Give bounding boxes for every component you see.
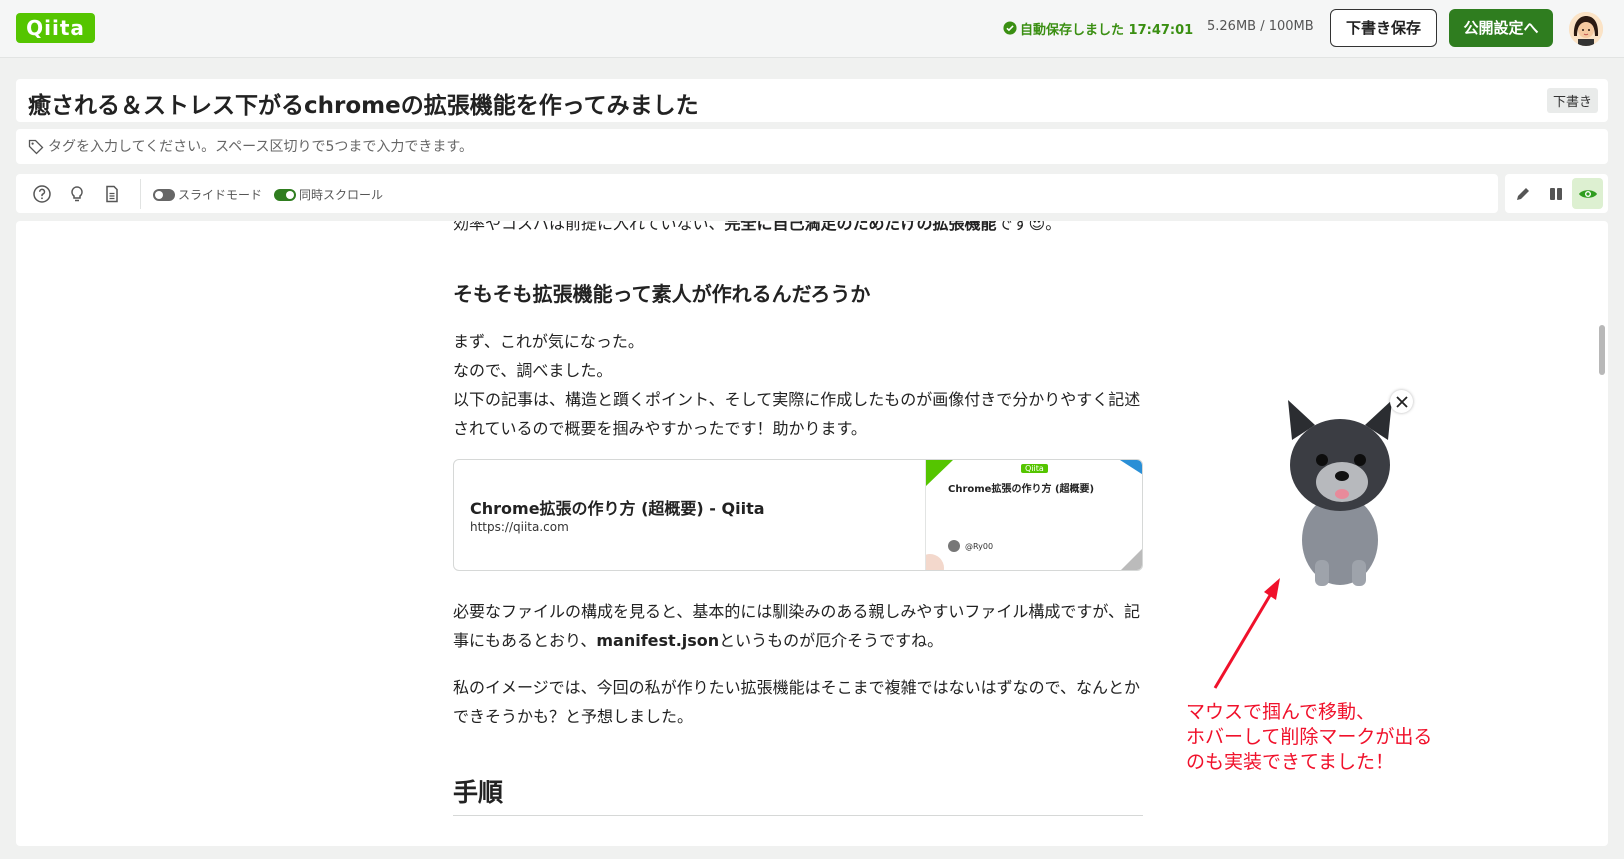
- paragraph: 私のイメージでは、今回の私が作りたい拡張機能はそこまで複雑ではないはずなので、な…: [453, 678, 1141, 726]
- article-body: 効率やコスパは前提に入れていない、完全に自己満足のためだけの拡張機能です😍。 そ…: [453, 221, 1143, 816]
- tags-field[interactable]: [16, 129, 1608, 164]
- thumbnail-decoration-icon: [926, 460, 1142, 570]
- link-card[interactable]: Chrome拡張の作り方 (超概要) - Qiita https://qiita…: [453, 459, 1143, 571]
- paragraph-line: 以下の記事は、構造と躓くポイント、そして実際に作成したものが画像付きで分かりやす…: [453, 390, 1141, 438]
- preview-mode-button[interactable]: [1572, 178, 1603, 209]
- autosave-text: 自動保存しました 17:47:01: [1020, 22, 1194, 38]
- status-badge: 下書き: [1546, 88, 1598, 113]
- section-heading: そもそも拡張機能って素人が作れるんだろうか: [453, 282, 871, 306]
- link-card-url[interactable]: https://qiita.com: [470, 520, 569, 534]
- annotation-line: ホバーして削除マークが出る: [1186, 726, 1433, 748]
- thumbnail-badge: Qiita: [1021, 464, 1048, 473]
- qiita-logo[interactable]: Qiita: [16, 13, 95, 43]
- article-title[interactable]: 癒される＆ストレス下がるchromeの拡張機能を作ってみました: [28, 86, 699, 120]
- avatar-image-icon: [1569, 12, 1603, 46]
- view-mode-bar: [1505, 174, 1608, 213]
- paragraph-line: なので、調べました。: [453, 361, 613, 380]
- paragraph-line: まず、これが気になった。: [453, 332, 644, 351]
- eye-icon: [1578, 189, 1597, 198]
- split-mode-button[interactable]: [1540, 178, 1571, 209]
- toolbar-divider: [140, 179, 141, 209]
- lightbulb-icon[interactable]: [67, 184, 87, 204]
- annotation-line: マウスで掴んで移動、: [1186, 701, 1376, 723]
- publish-settings-button[interactable]: 公開設定へ: [1449, 9, 1553, 47]
- storage-usage: 5.26MB / 100MB: [1207, 19, 1314, 34]
- slide-mode-label: スライドモード: [178, 188, 263, 202]
- dog-image-icon[interactable]: [1270, 390, 1410, 590]
- sync-scroll-label: 同時スクロール: [299, 188, 384, 202]
- sync-scroll-toggle[interactable]: 同時スクロール: [274, 186, 383, 203]
- thumbnail-author: @Ry00: [948, 540, 993, 552]
- slide-mode-switch-icon[interactable]: [153, 188, 175, 201]
- cut-end-text: です😍。: [996, 221, 1062, 233]
- paragraph: 必要なファイルの構成を見ると、基本的には馴染みのある親しみやすいファイル構成です…: [453, 597, 1143, 655]
- title-field[interactable]: 癒される＆ストレス下がるchromeの拡張機能を作ってみました 下書き: [16, 79, 1608, 122]
- cut-text: 効率やコスパは前提に入れていない、: [453, 221, 725, 233]
- link-card-thumbnail[interactable]: Qiita Chrome拡張の作り方 (超概要) @Ry00: [925, 460, 1142, 570]
- check-circle-icon: [1003, 21, 1017, 35]
- thumbnail-title: Chrome拡張の作り方 (超概要): [948, 484, 1095, 495]
- tags-input[interactable]: [48, 138, 948, 155]
- link-card-title[interactable]: Chrome拡張の作り方 (超概要) - Qiita: [470, 495, 765, 519]
- cut-off-line: 効率やコスパは前提に入れていない、完全に自己満足のためだけの拡張機能です😍。: [453, 221, 1143, 238]
- thumbnail-author-name: @Ry00: [965, 541, 994, 551]
- save-draft-button[interactable]: 下書き保存: [1330, 9, 1437, 47]
- author-avatar-icon: [948, 540, 960, 552]
- help-icon[interactable]: [32, 184, 52, 204]
- annotation-line: のも実装できてました！: [1186, 751, 1395, 773]
- close-icon: [1395, 395, 1408, 408]
- slide-mode-toggle[interactable]: スライドモード: [153, 186, 262, 203]
- cut-bold-text: 完全に自己満足のためだけの拡張機能: [724, 221, 997, 233]
- annotation-text: マウスで掴んで移動、 ホバーして削除マークが出る のも実装できてました！: [1186, 700, 1432, 775]
- header-bar: Qiita 自動保存しました 17:47:01 5.26MB / 100MB 下…: [0, 0, 1624, 58]
- close-button[interactable]: [1390, 390, 1413, 413]
- scrollbar-thumb[interactable]: [1599, 325, 1605, 375]
- autosave-status: 自動保存しました 17:47:01: [1003, 18, 1193, 38]
- editor-toolbar: スライドモード 同時スクロール: [16, 174, 1498, 213]
- user-avatar[interactable]: [1569, 12, 1603, 46]
- sync-scroll-switch-icon[interactable]: [274, 188, 296, 201]
- edit-mode-button[interactable]: [1507, 178, 1538, 209]
- columns-icon: [1549, 187, 1562, 200]
- document-icon[interactable]: [102, 184, 122, 204]
- section-heading-large: 手順: [453, 773, 1143, 816]
- pencil-icon: [1516, 187, 1529, 200]
- tag-icon: [28, 139, 44, 154]
- para2-bold: manifest.json: [596, 631, 720, 650]
- para2-text-b: というものが厄介そうですね。: [719, 631, 944, 650]
